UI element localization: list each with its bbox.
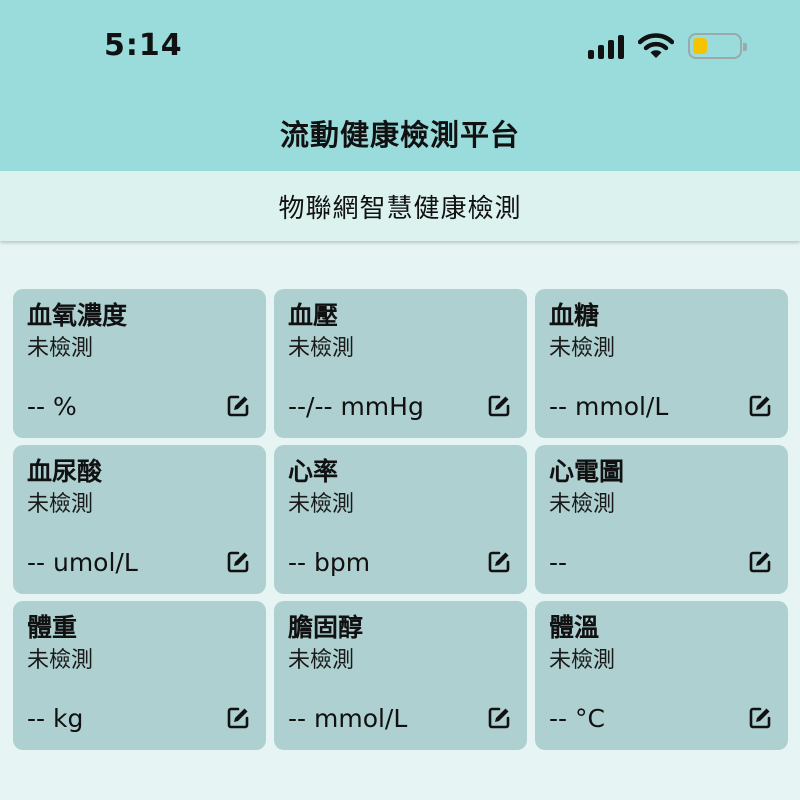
app-header: 流動健康檢測平台 xyxy=(0,95,800,171)
cellular-signal-icon xyxy=(588,33,624,59)
card-title: 體溫 xyxy=(549,613,600,642)
card-value: -- bpm xyxy=(288,548,371,577)
measurement-card[interactable]: 體溫 未檢測 -- °C xyxy=(535,601,788,750)
card-value: -- umol/L xyxy=(27,548,138,577)
edit-icon[interactable] xyxy=(226,550,250,574)
card-value: -- °C xyxy=(549,704,605,733)
edit-icon[interactable] xyxy=(748,706,772,730)
edit-icon[interactable] xyxy=(748,550,772,574)
card-status: 未檢測 xyxy=(27,648,94,673)
card-value: -- mmol/L xyxy=(549,392,669,421)
edit-icon[interactable] xyxy=(487,394,511,418)
measurement-card[interactable]: 心率 未檢測 -- bpm xyxy=(274,445,527,594)
card-status: 未檢測 xyxy=(549,492,616,517)
status-time: 5:14 xyxy=(104,28,183,63)
status-bar: 5:14 xyxy=(0,0,800,95)
sub-title: 物聯網智慧健康檢測 xyxy=(278,193,522,224)
card-value: -- % xyxy=(27,392,77,421)
card-value: -- mmol/L xyxy=(288,704,408,733)
card-status: 未檢測 xyxy=(27,336,94,361)
page-title: 流動健康檢測平台 xyxy=(279,118,520,152)
card-status: 未檢測 xyxy=(549,336,616,361)
edit-icon[interactable] xyxy=(748,394,772,418)
card-title: 膽固醇 xyxy=(288,613,364,642)
card-title: 心電圖 xyxy=(549,457,625,486)
wifi-icon xyxy=(638,33,674,58)
card-status: 未檢測 xyxy=(288,492,355,517)
measurement-card[interactable]: 血氧濃度 未檢測 -- % xyxy=(13,289,266,438)
card-status: 未檢測 xyxy=(288,336,355,361)
card-title: 血氧濃度 xyxy=(27,301,128,330)
card-value: --/-- mmHg xyxy=(288,392,424,421)
measurement-card[interactable]: 血糖 未檢測 -- mmol/L xyxy=(535,289,788,438)
card-status: 未檢測 xyxy=(288,648,355,673)
status-icons xyxy=(588,32,747,60)
measurement-grid: 血氧濃度 未檢測 -- % 血壓 未檢測 --/-- mmHg 血糖 未檢測 -… xyxy=(13,289,788,750)
card-value: -- kg xyxy=(27,704,84,733)
edit-icon[interactable] xyxy=(487,550,511,574)
measurement-card[interactable]: 心電圖 未檢測 -- xyxy=(535,445,788,594)
measurement-card[interactable]: 血壓 未檢測 --/-- mmHg xyxy=(274,289,527,438)
card-title: 血尿酸 xyxy=(27,457,103,486)
edit-icon[interactable] xyxy=(226,394,250,418)
card-title: 血糖 xyxy=(549,301,600,330)
card-title: 血壓 xyxy=(288,301,339,330)
card-status: 未檢測 xyxy=(549,648,616,673)
measurement-card[interactable]: 血尿酸 未檢測 -- umol/L xyxy=(13,445,266,594)
card-title: 心率 xyxy=(288,457,339,486)
card-status: 未檢測 xyxy=(27,492,94,517)
card-title: 體重 xyxy=(27,613,78,642)
measurement-card[interactable]: 體重 未檢測 -- kg xyxy=(13,601,266,750)
edit-icon[interactable] xyxy=(487,706,511,730)
sub-header: 物聯網智慧健康檢測 xyxy=(0,171,800,241)
battery-icon xyxy=(688,33,747,59)
card-value: -- xyxy=(549,548,568,577)
edit-icon[interactable] xyxy=(226,706,250,730)
battery-level xyxy=(693,38,707,54)
measurement-card[interactable]: 膽固醇 未檢測 -- mmol/L xyxy=(274,601,527,750)
